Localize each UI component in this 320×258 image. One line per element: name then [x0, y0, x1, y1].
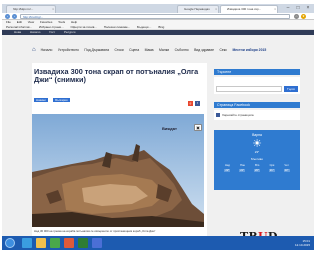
photo-credit: Виждат: [162, 126, 177, 131]
weather-days: Нед Пон Вто Сря Чет: [214, 164, 300, 167]
close-window-icon[interactable]: ×: [303, 4, 313, 12]
facebook-page-title: Страница Facebook: [214, 102, 300, 108]
nav-item[interactable]: Мама: [145, 48, 154, 52]
command-item[interactable]: Ресурси: [64, 30, 75, 34]
article-tags: Новини България: [34, 88, 71, 102]
weather-value: 21°: [239, 169, 246, 172]
weather-value: 23°: [283, 169, 290, 172]
taskbar: 15:01 12.10.2015: [2, 236, 314, 250]
weather-value: 20°: [254, 169, 260, 172]
weather-day: Чет: [284, 164, 289, 167]
menu-tools[interactable]: Tools: [58, 20, 65, 24]
tab-active[interactable]: Извадиха 300 тона скр... ×: [220, 5, 278, 13]
back-icon[interactable]: ‹: [5, 14, 10, 19]
tag-badge[interactable]: България: [53, 98, 70, 102]
command-item[interactable]: Нова: [14, 30, 21, 34]
tag-badge[interactable]: Новини: [34, 98, 48, 102]
address-bar: ‹ › http://trud.bg/... ⌂ ★: [2, 13, 314, 20]
facebook-icon: [216, 113, 220, 117]
word-icon[interactable]: [92, 238, 102, 248]
nav-item-elections[interactable]: Местни избори 2015: [232, 48, 266, 52]
menu-file[interactable]: File: [6, 20, 11, 24]
nav-item[interactable]: Секс: [219, 48, 227, 52]
favorite-link[interactable]: Полезни линкове...: [104, 25, 130, 29]
weather-day: Нед: [225, 164, 230, 167]
favorite-link[interactable]: Бъдещи…: [137, 25, 151, 29]
weather-day: Вто: [255, 164, 260, 167]
weather-condition: Мъгливо: [250, 157, 264, 161]
web-page: ⌂ Начало Устройството Под Държавата Сток…: [2, 35, 314, 243]
search-button[interactable]: Търси: [284, 86, 298, 92]
nav-item[interactable]: Сцена: [129, 48, 139, 52]
nav-item[interactable]: Стоки: [114, 48, 123, 52]
clock-date: 12.10.2015: [294, 243, 310, 247]
maximize-icon[interactable]: □: [293, 4, 303, 12]
favorites-star-icon[interactable]: ★: [301, 14, 306, 19]
favorite-link[interactable]: Оферти за почив...: [70, 25, 96, 29]
app-icon[interactable]: [64, 238, 74, 248]
facebook-page-link[interactable]: Харесайте страницата: [222, 113, 254, 117]
ie-icon[interactable]: [22, 238, 32, 248]
share-facebook-icon[interactable]: f: [195, 101, 200, 106]
forward-icon[interactable]: ›: [12, 14, 17, 19]
tab-2[interactable]: Google Переводач ×: [177, 5, 219, 13]
nav-item[interactable]: Начало: [41, 48, 53, 52]
nav-item[interactable]: Малки: [159, 48, 169, 52]
folder-icon[interactable]: [36, 238, 46, 248]
favorite-link[interactable]: Избрани страни...: [39, 25, 64, 29]
article-headline: Извадиха 300 тона скрап от потъналия „Ол…: [34, 67, 199, 84]
tab-strip: http://kkpv.ru/... × Google Переводач × Из…: [2, 4, 314, 13]
menu-help[interactable]: Help: [71, 20, 77, 24]
menu-favorites[interactable]: Favorites: [40, 20, 52, 24]
menu-edit[interactable]: Edit: [17, 20, 22, 24]
weather-city: Варна: [252, 133, 262, 137]
weather-temp: 23°: [254, 150, 260, 154]
close-icon[interactable]: ×: [215, 6, 217, 13]
favorite-link[interactable]: Personal informat...: [6, 25, 32, 29]
gallery-icon[interactable]: ▣: [194, 124, 202, 131]
system-clock[interactable]: 15:01 12.10.2015: [295, 239, 310, 247]
site-nav: ⌂ Начало Устройството Под Държавата Сток…: [32, 46, 300, 54]
screen: http://kkpv.ru/... × Google Переводач × Из…: [2, 4, 314, 250]
tab-1[interactable]: http://kkpv.ru/... ×: [6, 5, 56, 13]
media-icon[interactable]: [50, 238, 60, 248]
photo-caption: Над 30 000 на трюма на кораба потъналия …: [34, 229, 156, 233]
search-title: Търсене: [214, 69, 300, 75]
weather-widget: Варна ☀ 23° Мъгливо Нед Пон Вто Сря Чет …: [214, 130, 300, 190]
minimize-icon[interactable]: –: [283, 4, 293, 12]
start-button[interactable]: [5, 238, 15, 248]
article: Извадиха 300 тона скрап от потъналия „Ол…: [32, 63, 207, 236]
search-input[interactable]: [216, 86, 282, 92]
favorite-link[interactable]: Bing: [158, 25, 164, 29]
share-google-icon[interactable]: g: [188, 101, 193, 106]
command-item[interactable]: Гост: [49, 30, 55, 34]
article-photo: [32, 114, 204, 227]
home-icon[interactable]: ⌂: [32, 47, 36, 53]
weather-value: 21°: [268, 169, 275, 172]
close-icon[interactable]: ×: [52, 6, 54, 13]
weather-day: Пон: [240, 164, 245, 167]
excel-icon[interactable]: [78, 238, 88, 248]
home-icon[interactable]: ⌂: [294, 14, 299, 19]
nav-item[interactable]: Вид здравие: [194, 48, 214, 52]
facebook-page-box: Харесайте страницата: [214, 110, 300, 120]
command-item[interactable]: Начало: [30, 30, 40, 34]
nav-item[interactable]: Съболно: [175, 48, 189, 52]
weather-day: Сря: [269, 164, 275, 167]
weather-values: 22° 21° 20° 21° 23°: [214, 169, 300, 172]
url-input[interactable]: http://trud.bg/...: [20, 14, 290, 19]
nav-item[interactable]: Под Държавата: [84, 48, 109, 52]
close-icon[interactable]: ×: [274, 6, 276, 13]
weather-value: 22°: [224, 169, 231, 172]
sun-icon: ☀: [252, 138, 262, 150]
menu-view[interactable]: View: [28, 20, 34, 24]
nav-item[interactable]: Устройството: [58, 48, 79, 52]
shipwreck-image: [32, 114, 204, 227]
search-widget: Търси: [214, 77, 300, 94]
